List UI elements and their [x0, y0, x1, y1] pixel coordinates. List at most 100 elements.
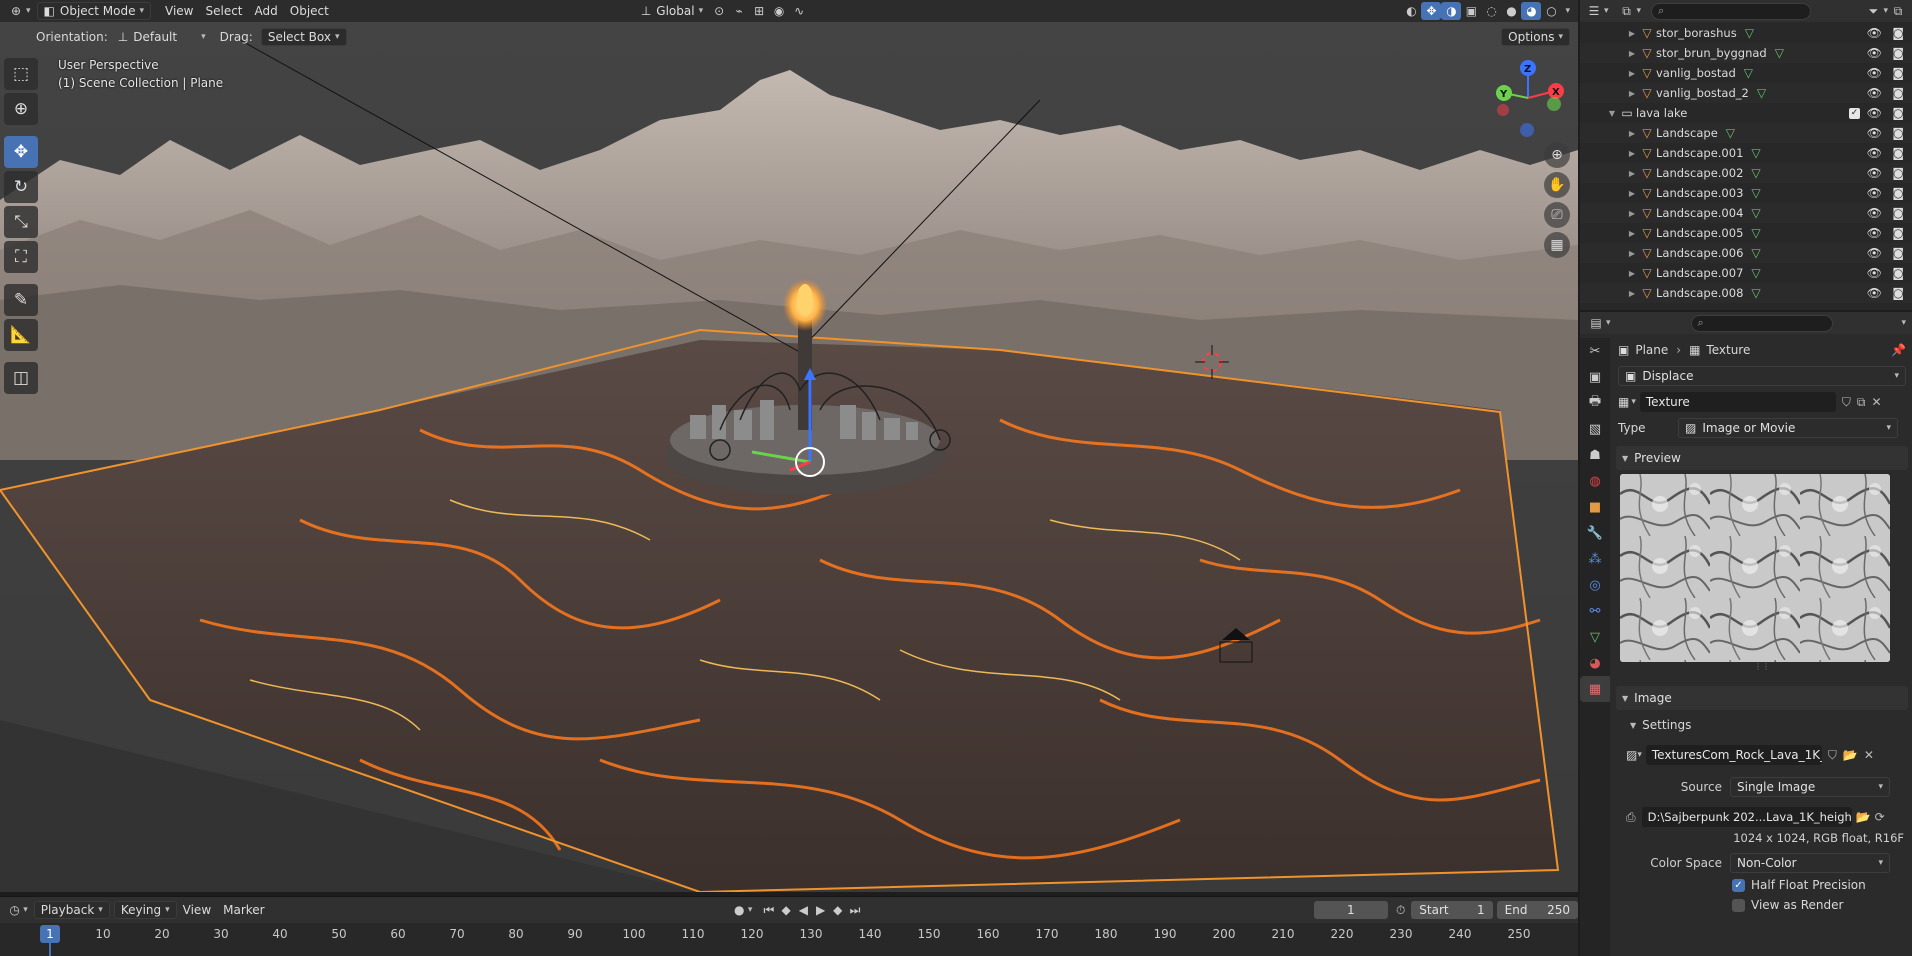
menu-view[interactable]: View — [159, 2, 199, 20]
playback-menu[interactable]: Playback ▾ — [33, 901, 110, 919]
menu-object[interactable]: Object — [284, 2, 335, 20]
keying-menu[interactable]: Keying ▾ — [113, 901, 177, 919]
editor-type-icon[interactable]: ⊕ — [6, 2, 26, 20]
open-image-icon[interactable]: 📂 — [1843, 748, 1858, 762]
menu-select[interactable]: Select — [199, 2, 248, 20]
eye-icon[interactable]: 👁 — [1867, 46, 1882, 60]
camera-view-icon[interactable]: ⎚ — [1544, 202, 1570, 228]
end-frame-field[interactable]: End 250 — [1496, 901, 1579, 919]
image-name-field[interactable]: TexturesCom_Rock_Lava_1K_h... — [1645, 745, 1822, 765]
camera-render-icon[interactable]: ◙ — [1892, 126, 1904, 140]
new-collection-icon[interactable]: ⧉ — [1888, 2, 1908, 20]
eye-icon[interactable]: 👁 — [1867, 26, 1882, 40]
particles-tab-icon[interactable]: ⁂ — [1580, 546, 1610, 572]
overlay-toggle-icon[interactable]: ◑ — [1441, 2, 1462, 20]
pin-icon[interactable]: 📌 — [1891, 343, 1906, 357]
camera-render-icon[interactable]: ◙ — [1892, 66, 1904, 80]
menu-add[interactable]: Add — [249, 2, 284, 20]
image-unlink-icon[interactable]: ✕ — [1864, 748, 1874, 762]
outliner-row[interactable]: ▶ ▽ Landscape.007 ▽ 👁 ◙ — [1580, 263, 1912, 283]
settings-subpanel-header[interactable]: ▼ Settings — [1612, 713, 1912, 737]
xray-icon[interactable]: ▣ — [1461, 2, 1481, 20]
outliner-row[interactable]: ▶ ▽ stor_brun_byggnad ▽ 👁 ◙ — [1580, 43, 1912, 63]
measure-tool-icon[interactable]: 📐 — [4, 319, 38, 351]
zoom-icon[interactable]: ⊕ — [1544, 142, 1570, 168]
image-browse-icon[interactable]: ▨ — [1626, 748, 1637, 762]
select-box-tool-icon[interactable]: ⬚ — [4, 58, 38, 90]
transform-tool-icon[interactable]: ⛶ — [4, 241, 38, 273]
3d-viewport[interactable]: Z X Y ⊕ ▾ ◧ Object Mode ▾ View Select Add … — [0, 0, 1578, 892]
eye-icon[interactable]: 👁 — [1867, 246, 1882, 260]
texture-tab-icon[interactable]: ▦ — [1580, 676, 1610, 702]
filter-icon[interactable]: ⏷ — [1863, 2, 1883, 20]
camera-render-icon[interactable]: ◙ — [1892, 186, 1904, 200]
eye-icon[interactable]: 👁 — [1867, 266, 1882, 280]
playhead[interactable]: 1 — [40, 925, 60, 943]
annotate-tool-icon[interactable]: ✎ — [4, 284, 38, 316]
move-tool-icon[interactable]: ✥ — [4, 136, 38, 168]
transform-orientation-dropdown[interactable]: ⊥ Global ▾ — [635, 2, 709, 20]
eye-icon[interactable]: 👁 — [1867, 286, 1882, 300]
options-dropdown[interactable]: Options ▾ — [1501, 28, 1570, 46]
browse-file-icon[interactable]: 📂 — [1856, 810, 1871, 824]
camera-render-icon[interactable]: ◙ — [1892, 226, 1904, 240]
shading-rendered-icon[interactable]: ○ — [1541, 2, 1561, 20]
eye-icon[interactable]: 👁 — [1867, 186, 1882, 200]
texture-type-dropdown[interactable]: ▨ Image or Movie ▾ — [1678, 418, 1898, 438]
jump-end-icon[interactable]: ⏭ — [846, 901, 863, 919]
add-cube-tool-icon[interactable]: ◫ — [4, 362, 38, 394]
outliner-row[interactable]: ▶ ▽ vanlig_bostad ▽ 👁 ◙ — [1580, 63, 1912, 83]
prev-keyframe-icon[interactable]: ◆ — [778, 901, 795, 919]
output-tab-icon[interactable]: 🖶 — [1580, 390, 1610, 416]
tool-tab-icon[interactable]: ✂ — [1580, 338, 1610, 364]
eye-icon[interactable]: 👁 — [1867, 126, 1882, 140]
marker-menu[interactable]: Marker — [217, 901, 270, 919]
data-tab-icon[interactable]: ▽ — [1580, 624, 1610, 650]
properties-search[interactable]: ⌕ — [1690, 314, 1833, 332]
object-tab-icon[interactable]: ■ — [1580, 494, 1610, 520]
outliner-row[interactable]: ▶ ▽ Landscape.003 ▽ 👁 ◙ — [1580, 183, 1912, 203]
preview-resize-handle[interactable]: ⋮⋮ — [1612, 662, 1912, 672]
material-tab-icon[interactable]: ◕ — [1580, 650, 1610, 676]
eye-icon[interactable]: 👁 — [1867, 226, 1882, 240]
outliner-search[interactable]: ⌕ — [1651, 2, 1812, 20]
snap-target-icon[interactable]: ⊞ — [749, 2, 769, 20]
camera-render-icon[interactable]: ◙ — [1892, 26, 1904, 40]
properties-options-chevron[interactable]: ▾ — [1901, 318, 1906, 328]
outliner-row[interactable]: ▶ ▽ Landscape.001 ▽ 👁 ◙ — [1580, 143, 1912, 163]
fake-user-icon[interactable]: ⛉ — [1842, 395, 1851, 410]
camera-render-icon[interactable]: ◙ — [1892, 166, 1904, 180]
camera-render-icon[interactable]: ◙ — [1892, 286, 1904, 300]
orientation-dropdown[interactable]: ⊥ Default ▾ — [112, 28, 212, 46]
outliner-editor-icon[interactable]: ☰ — [1584, 2, 1604, 20]
eye-icon[interactable]: 👁 — [1867, 86, 1882, 100]
color-space-dropdown[interactable]: Non-Color ▾ — [1730, 853, 1890, 873]
constraints-tab-icon[interactable]: ⚯ — [1580, 598, 1610, 624]
record-icon[interactable]: ● — [731, 901, 748, 919]
view-as-render-checkbox[interactable] — [1732, 898, 1745, 912]
texture-browse-icon[interactable]: ▦ — [1618, 395, 1629, 409]
view-layer-tab-icon[interactable]: ▧ — [1580, 416, 1610, 442]
outliner-row[interactable]: ▶ ▽ Landscape.005 ▽ 👁 ◙ — [1580, 223, 1912, 243]
render-tab-icon[interactable]: ▣ — [1580, 364, 1610, 390]
play-reverse-icon[interactable]: ◀ — [795, 901, 812, 919]
camera-render-icon[interactable]: ◙ — [1892, 266, 1904, 280]
filepath-field[interactable]: D:\Sajberpunk 202...Lava_1K_height.tif — [1641, 807, 1852, 827]
image-panel-header[interactable]: ▼ Image — [1616, 686, 1908, 710]
half-float-checkbox[interactable]: ✓ — [1732, 878, 1745, 892]
texture-name-field[interactable]: Texture — [1639, 392, 1836, 412]
preview-panel-header[interactable]: ▼ Preview — [1616, 446, 1908, 470]
proportional-edit-icon[interactable]: ◉ — [769, 2, 789, 20]
timeline-view-menu[interactable]: View — [177, 901, 217, 919]
physics-tab-icon[interactable]: ◎ — [1580, 572, 1610, 598]
outliner-row[interactable]: ▶ ▽ Landscape.006 ▽ 👁 ◙ — [1580, 243, 1912, 263]
current-frame-field[interactable]: 1 — [1313, 901, 1389, 919]
camera-render-icon[interactable]: ◙ — [1892, 246, 1904, 260]
eye-icon[interactable]: 👁 — [1867, 66, 1882, 80]
duplicate-icon[interactable]: ⧉ — [1857, 395, 1866, 410]
camera-render-icon[interactable]: ◙ — [1892, 146, 1904, 160]
world-tab-icon[interactable]: ◍ — [1580, 468, 1610, 494]
mode-selector[interactable]: ◧ Object Mode ▾ — [36, 2, 151, 20]
shading-wireframe-icon[interactable]: ◌ — [1481, 2, 1501, 20]
eye-icon[interactable]: 👁 — [1867, 146, 1882, 160]
